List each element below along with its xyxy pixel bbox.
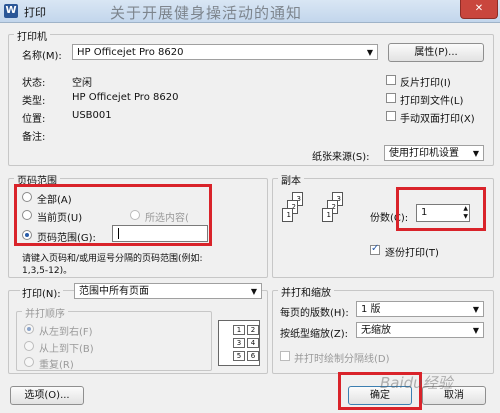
paper-source-value: 使用打印机设置 (389, 148, 459, 159)
reverse-print-checkbox[interactable] (386, 75, 396, 85)
reverse-print-label: 反片打印(I) (400, 78, 451, 89)
window-title: 打印 (24, 6, 46, 19)
order-cell: 6 (247, 351, 259, 361)
draw-divider-checkbox[interactable] (280, 351, 290, 361)
order-cell: 2 (247, 325, 259, 335)
collate-label: 逐份打印(T) (385, 248, 439, 259)
order-ltr-radio[interactable] (24, 324, 34, 334)
type-value: HP Officejet Pro 8620 (72, 92, 179, 103)
paper-source-select[interactable]: 使用打印机设置 ▼ (384, 145, 484, 161)
order-cell: 5 (233, 351, 245, 361)
chevron-down-icon: ▼ (472, 305, 479, 314)
pages-per-sheet-select[interactable]: 1 版 ▼ (356, 301, 484, 317)
order-ttb-radio[interactable] (24, 341, 34, 351)
highlight-copies (396, 187, 486, 231)
order-repeat-radio[interactable] (24, 357, 34, 367)
scale-value: 无缩放 (361, 325, 391, 336)
collate-checkbox[interactable] (370, 243, 380, 255)
manual-duplex-checkbox[interactable] (386, 111, 396, 121)
close-icon[interactable]: ✕ (460, 0, 498, 19)
pages-per-sheet-label: 每页的版数(H): (280, 308, 349, 319)
zoom-group-label: 并打和缩放 (278, 284, 334, 299)
highlight-page-range (14, 184, 212, 246)
paper-source-label: 纸张来源(S): (312, 152, 370, 163)
comment-label: 备注: (22, 132, 46, 143)
print-to-file-checkbox[interactable] (386, 93, 396, 103)
status-value: 空闲 (72, 78, 92, 89)
draw-divider-label: 并打时绘制分隔线(D) (294, 354, 390, 365)
chevron-down-icon: ▼ (366, 48, 373, 57)
print-what-label: 打印(N): (20, 285, 63, 300)
pages-per-sheet-value: 1 版 (361, 304, 381, 315)
printer-name-select[interactable]: HP Officejet Pro 8620 ▼ (72, 44, 378, 60)
status-label: 状态: (22, 78, 46, 89)
collate-illustration-icon: 3 2 1 3 2 1 (282, 192, 343, 252)
wps-writer-icon: W (4, 4, 18, 18)
order-group-label: 并打顺序 (22, 305, 68, 320)
properties-button[interactable]: 属性(P)... (388, 43, 484, 62)
background-document-caption: 关于开展健身操活动的通知 (110, 4, 303, 22)
order-cell: 4 (247, 338, 259, 348)
location-value: USB001 (72, 110, 112, 121)
watermark: Baidu经验 (380, 374, 453, 392)
printer-name-value: HP Officejet Pro 8620 (77, 47, 184, 58)
chevron-down-icon: ▼ (472, 149, 479, 158)
order-repeat-label: 重复(R) (39, 360, 74, 371)
order-cell: 1 (233, 325, 245, 335)
order-preview-icon: 1 2 3 4 5 6 (218, 320, 260, 366)
type-label: 类型: (22, 96, 46, 107)
print-to-file-label: 打印到文件(L) (400, 96, 464, 107)
print-what-value: 范围中所有页面 (79, 286, 149, 297)
options-button[interactable]: 选项(O)... (10, 386, 84, 405)
scale-label: 按纸型缩放(Z): (280, 329, 349, 340)
location-label: 位置: (22, 114, 46, 125)
order-ttb-label: 从上到下(B) (39, 344, 94, 355)
order-ltr-label: 从左到右(F) (39, 327, 93, 338)
manual-duplex-label: 手动双面打印(X) (400, 114, 475, 125)
scale-select[interactable]: 无缩放 ▼ (356, 322, 484, 338)
copies-group-label: 副本 (278, 172, 304, 187)
printer-name-label: 名称(M): (22, 51, 62, 62)
order-cell: 3 (233, 338, 245, 348)
chevron-down-icon: ▼ (472, 326, 479, 335)
print-what-select[interactable]: 范围中所有页面 ▼ (74, 283, 262, 299)
printer-group-label: 打印机 (14, 28, 50, 43)
chevron-down-icon: ▼ (250, 287, 257, 296)
page-range-hint-line2: 1,3,5-12)。 (22, 266, 73, 276)
